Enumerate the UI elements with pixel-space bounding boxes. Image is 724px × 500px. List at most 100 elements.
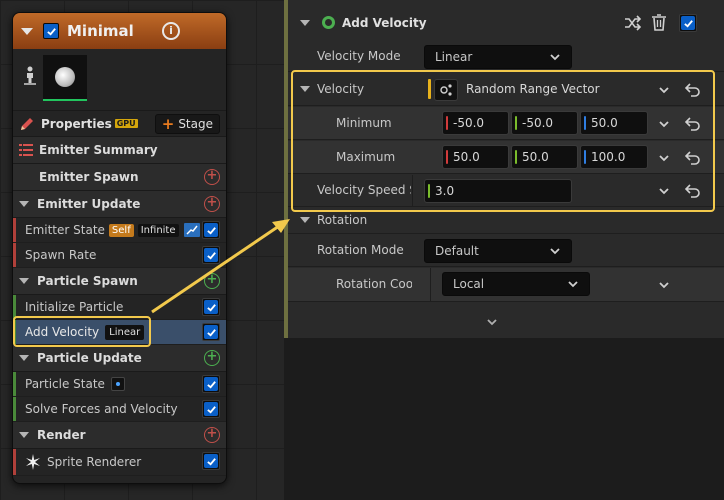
module-label: Sprite Renderer [47, 455, 142, 469]
module-solve-forces[interactable]: Solve Forces and Velocity [13, 397, 226, 422]
velocity-source-label[interactable]: Random Range Vector [466, 82, 600, 96]
chevron-down-icon[interactable] [658, 84, 670, 96]
rotation-mode-row: Rotation Mode Default [288, 235, 724, 267]
chevron-down-icon [550, 54, 560, 61]
chevron-down-icon[interactable] [486, 316, 498, 328]
module-particle-state[interactable]: Particle State [13, 372, 226, 397]
chevron-down-icon[interactable] [658, 279, 670, 291]
module-enable-checkbox[interactable] [679, 14, 697, 32]
add-module-icon[interactable]: + [204, 427, 220, 443]
chevron-down-icon [568, 281, 578, 288]
maximum-z-field[interactable]: 100.0 [580, 145, 648, 169]
rotation-coord-row: Rotation Coo Local [288, 268, 724, 302]
add-stage-button[interactable]: + Stage [154, 113, 220, 134]
dynamic-input-button[interactable] [434, 79, 458, 101]
module-initialize-particle[interactable]: Initialize Particle [13, 295, 226, 320]
list-icon [19, 144, 33, 156]
reset-arrow-icon[interactable] [685, 151, 701, 165]
minimum-row: Minimum -50.0 -50.0 50.0 [288, 107, 724, 140]
section-render[interactable]: Render + [13, 422, 226, 449]
particle-preview-thumbnail[interactable] [43, 55, 87, 101]
chevron-down-icon[interactable] [658, 185, 670, 197]
rotation-mode-dropdown[interactable]: Default [424, 239, 572, 263]
collapse-icon[interactable] [300, 217, 310, 223]
properties-row[interactable]: Properties GPU + Stage [13, 111, 226, 137]
section-emitter-summary[interactable]: Emitter Summary [13, 137, 226, 164]
collapse-icon[interactable] [19, 201, 29, 207]
collapse-icon[interactable] [19, 432, 29, 438]
velocity-speed-label: Velocity Speed S [317, 183, 411, 197]
section-label: Emitter Spawn [39, 170, 139, 184]
shuffle-icon[interactable] [624, 15, 642, 31]
curve-chart-icon[interactable] [183, 223, 200, 237]
velocity-speed-field[interactable]: 3.0 [424, 179, 572, 203]
section-particle-spawn[interactable]: Particle Spawn + [13, 268, 226, 295]
module-enable-checkbox[interactable] [202, 298, 220, 316]
rotation-label: Rotation [317, 213, 368, 227]
sphere-icon [55, 67, 75, 87]
module-enable-checkbox[interactable] [202, 400, 220, 418]
check-icon [206, 251, 216, 260]
rotation-mode-value: Default [435, 244, 479, 258]
module-status-icon [322, 16, 335, 29]
section-emitter-spawn[interactable]: Emitter Spawn + [13, 164, 226, 191]
self-tag: Self [108, 223, 134, 237]
emitter-header[interactable]: Minimal i [13, 13, 226, 49]
module-emitter-state[interactable]: Emitter State Self Infinite [13, 218, 226, 243]
module-add-velocity[interactable]: Add Velocity Linear [13, 320, 226, 345]
pencil-icon [21, 117, 33, 130]
module-enable-checkbox[interactable] [202, 246, 220, 264]
check-icon [46, 27, 56, 36]
emitter-title: Minimal [67, 22, 134, 40]
module-sprite-renderer[interactable]: Sprite Renderer [13, 449, 226, 476]
minimum-x-field[interactable]: -50.0 [442, 111, 509, 135]
gpu-badge: GPU [114, 119, 138, 128]
add-module-icon[interactable]: + [204, 350, 220, 366]
reset-arrow-icon[interactable] [685, 117, 701, 131]
module-enable-checkbox[interactable] [202, 375, 220, 393]
maximum-y-field[interactable]: 50.0 [511, 145, 578, 169]
section-emitter-update[interactable]: Emitter Update + [13, 191, 226, 218]
check-icon [206, 405, 216, 414]
collapse-icon[interactable] [21, 27, 33, 35]
collapse-icon[interactable] [19, 278, 29, 284]
velocity-mode-row: Velocity Mode Linear [288, 42, 724, 72]
thumbnail-row [13, 49, 226, 111]
chevron-down-icon [550, 248, 560, 255]
info-icon[interactable]: i [162, 22, 180, 40]
show-more-row[interactable] [288, 310, 724, 336]
velocity-label: Velocity [317, 82, 365, 96]
collapse-icon[interactable] [300, 86, 310, 92]
velocity-mode-dropdown[interactable]: Linear [424, 45, 572, 69]
velocity-row: Velocity Random Range Vector [288, 74, 724, 106]
module-label: Add Velocity [25, 325, 100, 339]
rotation-coord-dropdown[interactable]: Local [442, 272, 590, 296]
minimum-z-field[interactable]: 50.0 [580, 111, 648, 135]
person-icon[interactable] [23, 66, 37, 86]
check-icon [206, 226, 216, 235]
chevron-down-icon[interactable] [658, 118, 670, 130]
emitter-node[interactable]: Minimal i Properties GPU + Stage Emitter… [12, 12, 227, 484]
reset-arrow-icon[interactable] [685, 83, 701, 97]
module-enable-checkbox[interactable] [202, 323, 220, 341]
module-spawn-rate[interactable]: Spawn Rate [13, 243, 226, 268]
velocity-mode-value: Linear [435, 50, 473, 64]
chevron-down-icon[interactable] [658, 152, 670, 164]
module-enable-checkbox[interactable] [202, 452, 220, 470]
infinite-tag: Infinite [137, 223, 179, 237]
collapse-icon[interactable] [19, 355, 29, 361]
add-module-icon[interactable]: + [204, 196, 220, 212]
add-module-icon[interactable]: + [204, 169, 220, 185]
rotation-coord-value: Local [453, 277, 485, 291]
module-header-row[interactable]: Add Velocity [288, 8, 724, 38]
minimum-y-field[interactable]: -50.0 [511, 111, 578, 135]
add-module-icon[interactable]: + [204, 273, 220, 289]
trash-icon[interactable] [651, 13, 667, 31]
maximum-x-field[interactable]: 50.0 [442, 145, 509, 169]
reset-arrow-icon[interactable] [685, 184, 701, 198]
section-particle-update[interactable]: Particle Update + [13, 345, 226, 372]
collapse-icon[interactable] [300, 20, 310, 26]
rotation-row[interactable]: Rotation [288, 208, 724, 234]
module-enable-checkbox[interactable] [202, 221, 220, 239]
emitter-enable-checkbox[interactable] [43, 23, 59, 39]
